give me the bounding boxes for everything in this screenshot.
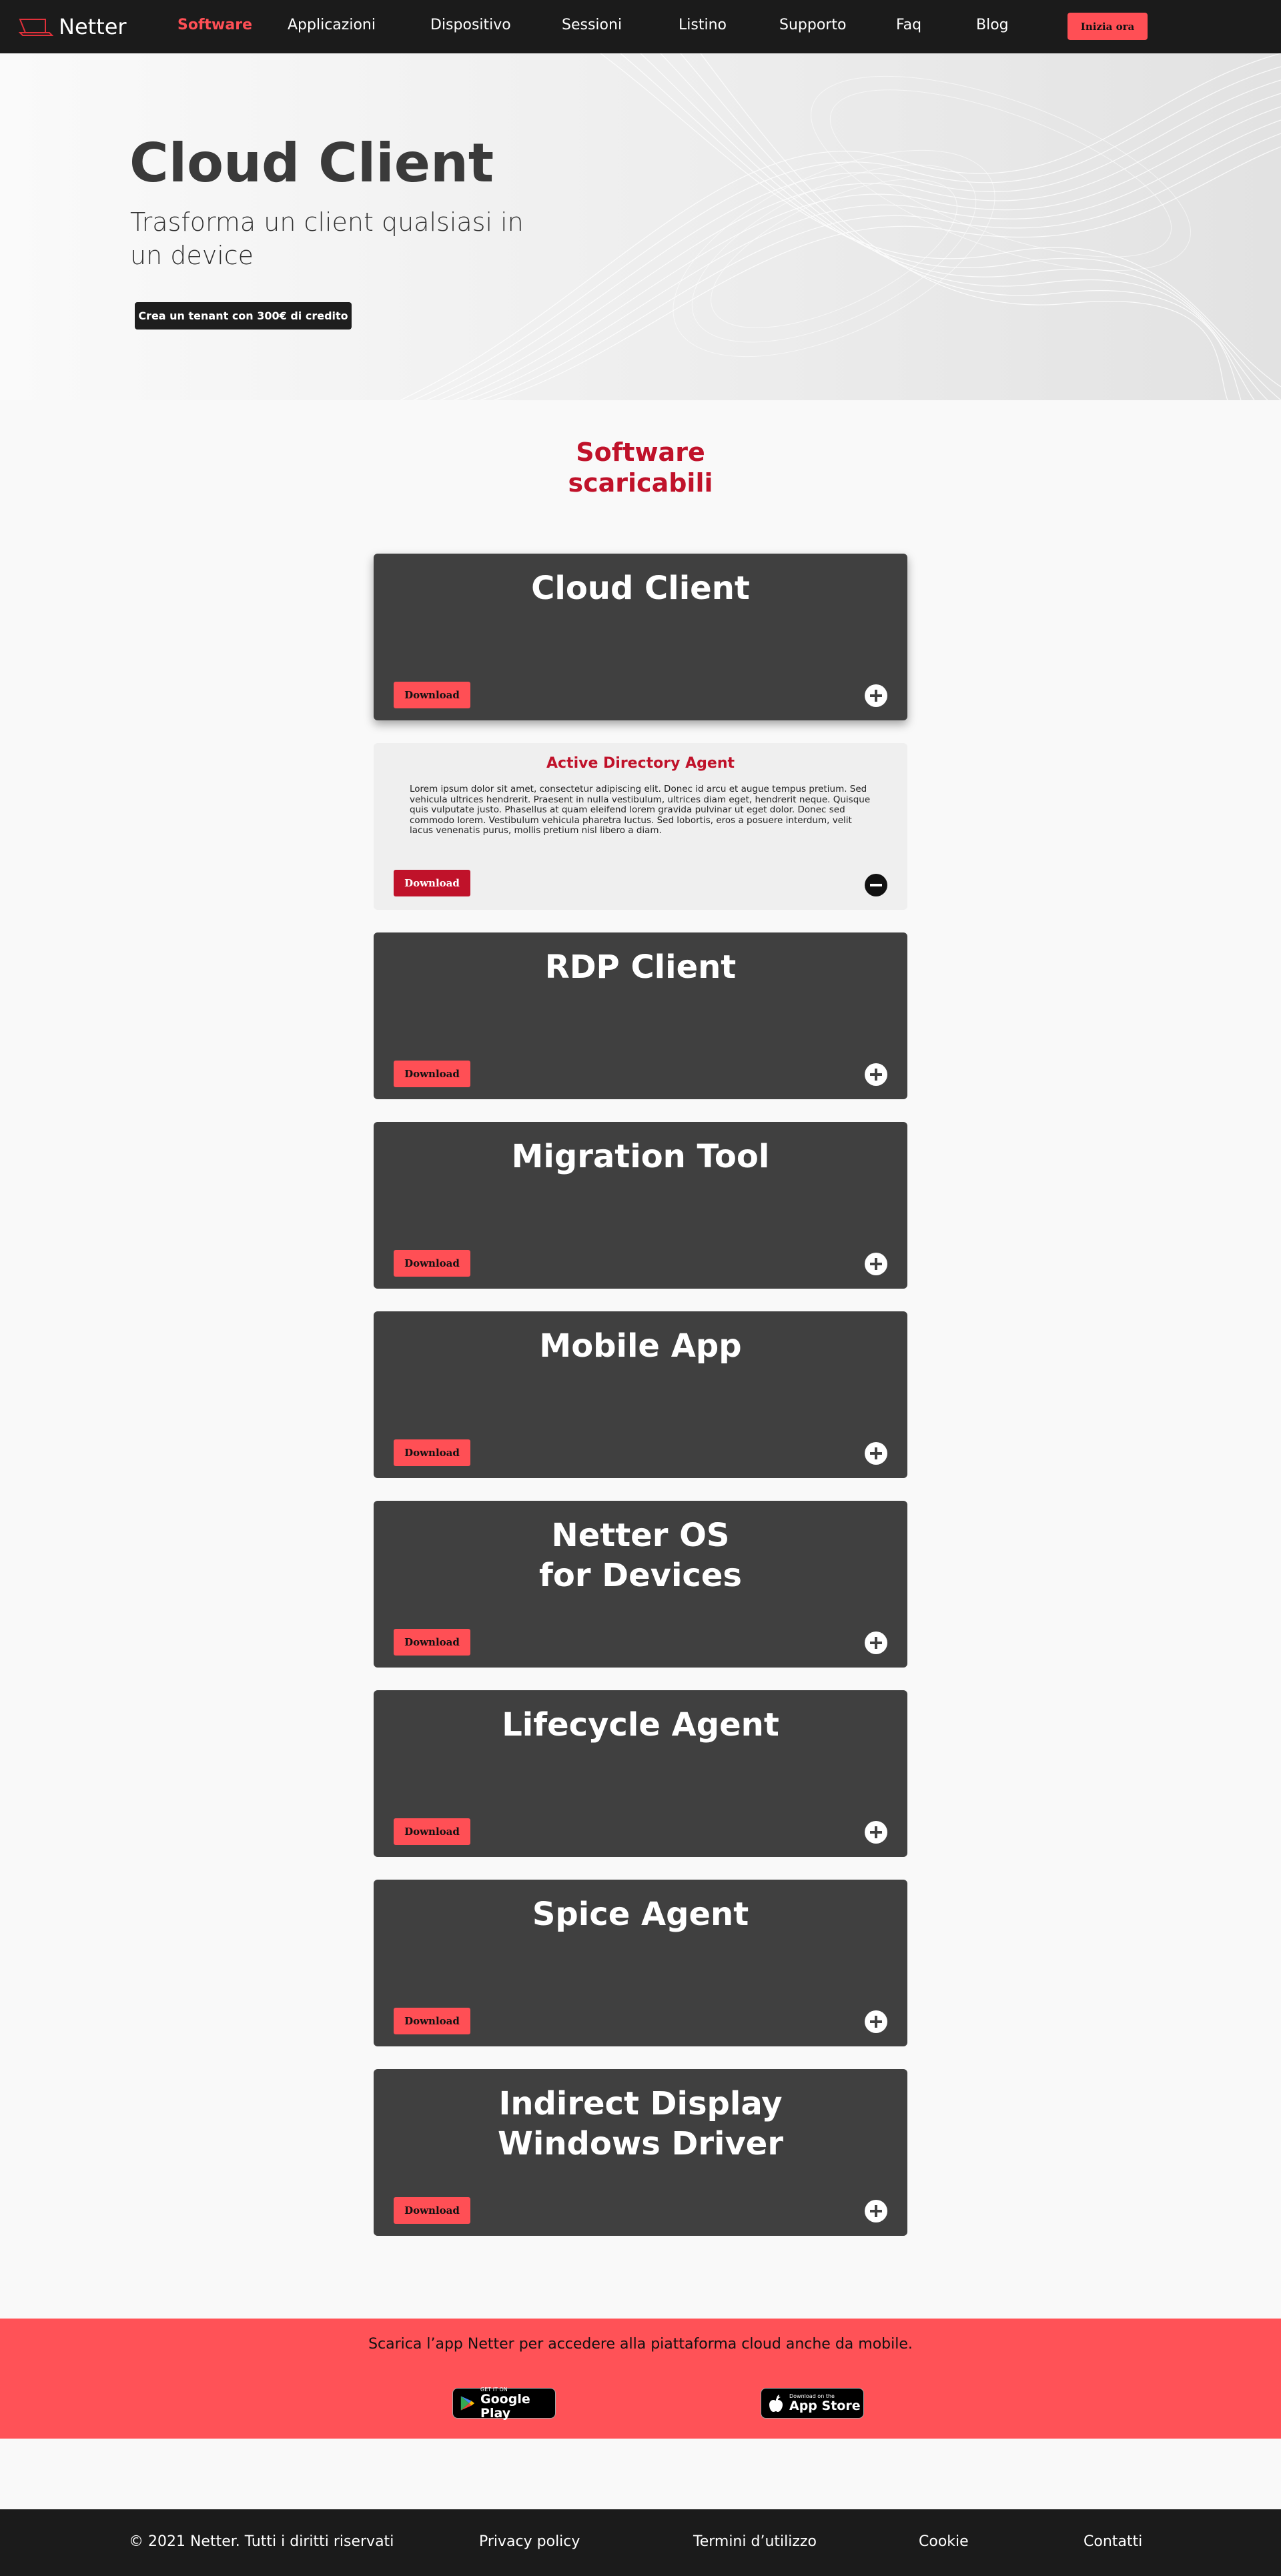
app-banner-text: Scarica l’app Netter per accedere alla p… xyxy=(368,2336,913,2353)
software-card-indirect-display-driver: Indirect Display Windows Driver Download xyxy=(374,2069,907,2236)
download-button[interactable]: Download xyxy=(394,1629,470,1656)
collapse-minus-icon[interactable] xyxy=(865,874,887,896)
software-card-rdp-client: RDP Client Download xyxy=(374,932,907,1099)
nav-item-supporto[interactable]: Supporto xyxy=(779,17,846,33)
google-badge-big-text: Google Play xyxy=(480,2391,530,2421)
software-card-lifecycle-agent: Lifecycle Agent Download xyxy=(374,1690,907,1857)
nav-item-dispositivo[interactable]: Dispositivo xyxy=(430,17,511,33)
expand-plus-icon[interactable] xyxy=(865,1063,887,1086)
create-tenant-button[interactable]: Crea un tenant con 300€ di credito xyxy=(135,302,352,330)
copyright-text: © 2021 Netter. Tutti i diritti riservati xyxy=(129,2533,394,2550)
nav-item-faq[interactable]: Faq xyxy=(896,17,921,33)
section-title: Software scaricabili xyxy=(0,437,1281,498)
software-card-cloud-client: Cloud Client Download xyxy=(374,554,907,720)
download-button[interactable]: Download xyxy=(394,1818,470,1845)
terms-of-use-link[interactable]: Termini d’utilizzo xyxy=(693,2533,817,2550)
card-title-line-1: Indirect Display xyxy=(498,2085,783,2122)
expand-plus-icon[interactable] xyxy=(865,2010,887,2033)
download-button[interactable]: Download xyxy=(394,1250,470,1277)
card-title: Spice Agent xyxy=(532,1896,749,1933)
expand-plus-icon[interactable] xyxy=(865,1253,887,1275)
card-title: Lifecycle Agent xyxy=(502,1706,779,1744)
software-card-migration-tool: Migration Tool Download xyxy=(374,1122,907,1289)
card-title: Active Directory Agent xyxy=(546,755,735,772)
nav-item-listino[interactable]: Listino xyxy=(679,17,727,33)
page-footer: © 2021 Netter. Tutti i diritti riservati… xyxy=(0,2509,1281,2576)
google-play-icon xyxy=(460,2396,475,2411)
software-card-active-directory-agent: Active Directory Agent Lorem ipsum dolor… xyxy=(374,743,907,910)
nav-item-blog[interactable]: Blog xyxy=(976,17,1009,33)
download-button[interactable]: Download xyxy=(394,1439,470,1466)
software-card-spice-agent: Spice Agent Download xyxy=(374,1880,907,2046)
expand-plus-icon[interactable] xyxy=(865,1442,887,1465)
expand-plus-icon[interactable] xyxy=(865,1632,887,1654)
hero-section: Cloud Client Trasforma un client qualsia… xyxy=(0,53,1281,400)
software-card-netter-os: Netter OS for Devices Download xyxy=(374,1501,907,1668)
card-title: RDP Client xyxy=(544,948,737,986)
card-title-line-2: for Devices xyxy=(539,1557,742,1594)
card-title: Mobile App xyxy=(539,1327,742,1365)
mobile-app-banner: Scarica l’app Netter per accedere alla p… xyxy=(0,2319,1281,2439)
download-button[interactable]: Download xyxy=(394,1061,470,1087)
card-description: Lorem ipsum dolor sit amet, consectetur … xyxy=(410,784,871,836)
card-title: Indirect Display Windows Driver xyxy=(374,2084,907,2164)
brand-logo[interactable]: Netter xyxy=(19,13,127,40)
privacy-policy-link[interactable]: Privacy policy xyxy=(479,2533,580,2550)
expand-plus-icon[interactable] xyxy=(865,684,887,707)
apple-badge-big-text: App Store xyxy=(789,2399,861,2413)
download-button[interactable]: Download xyxy=(394,2008,470,2034)
top-navbar: Netter Software Applicazioni Dispositivo… xyxy=(0,0,1281,53)
nav-item-software[interactable]: Software xyxy=(177,17,252,33)
card-title: Cloud Client xyxy=(531,570,750,607)
section-title-line-1: Software xyxy=(576,438,705,467)
download-button[interactable]: Download xyxy=(394,2197,470,2224)
card-title-line-1: Netter OS xyxy=(551,1517,730,1554)
download-button[interactable]: Download xyxy=(394,870,470,896)
hero-title: Cloud Client xyxy=(129,132,494,194)
card-title-line-2: Windows Driver xyxy=(497,2125,783,2162)
nav-item-sessioni[interactable]: Sessioni xyxy=(562,17,622,33)
software-card-mobile-app: Mobile App Download xyxy=(374,1311,907,1478)
brand-name: Netter xyxy=(59,14,127,39)
hero-subtitle: Trasforma un client qualsiasi in un devi… xyxy=(130,207,524,270)
card-title: Migration Tool xyxy=(511,1138,770,1175)
nav-item-applicazioni[interactable]: Applicazioni xyxy=(288,17,376,33)
app-store-badge[interactable]: Download on the App Store xyxy=(761,2388,864,2419)
apple-icon xyxy=(769,2395,783,2412)
download-button[interactable]: Download xyxy=(394,682,470,708)
cookie-link[interactable]: Cookie xyxy=(919,2533,969,2550)
expand-plus-icon[interactable] xyxy=(865,1821,887,1844)
google-play-badge[interactable]: GET IT ON Google Play xyxy=(452,2387,556,2421)
netter-logo-icon xyxy=(19,19,53,36)
expand-plus-icon[interactable] xyxy=(865,2200,887,2222)
section-title-line-2: scaricabili xyxy=(568,468,713,498)
contacts-link[interactable]: Contatti xyxy=(1084,2533,1142,2550)
card-title: Netter OS for Devices xyxy=(374,1515,907,1595)
start-now-button[interactable]: Inizia ora xyxy=(1068,13,1148,40)
